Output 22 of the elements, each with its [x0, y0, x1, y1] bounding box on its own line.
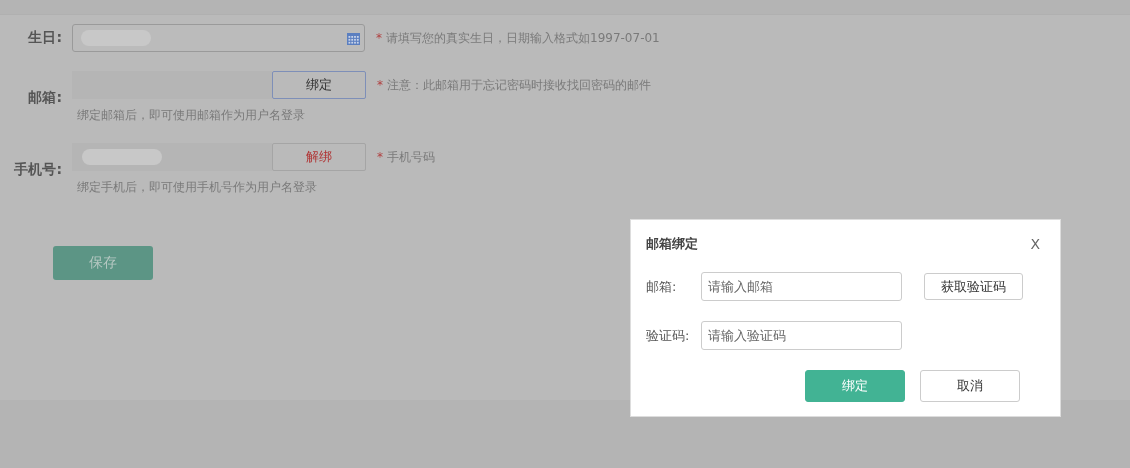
required-mark: * [377, 149, 383, 164]
note-text: 绑定手机后，即可使用手机号作为用户名登录 [76, 179, 318, 196]
hint-text: 手机号码 [387, 149, 435, 164]
bind-button[interactable]: 绑定 [272, 71, 366, 99]
cancel-button[interactable]: 取消 [920, 370, 1020, 402]
field-label: 验证码: [646, 326, 691, 345]
required-mark: * [377, 77, 383, 92]
calendar-icon[interactable] [347, 31, 360, 45]
field-label: 邮箱: [27, 88, 63, 107]
get-code-button[interactable]: 获取验证码 [924, 273, 1023, 300]
close-button[interactable]: X [1025, 236, 1045, 252]
input-field[interactable]: 请输入邮箱 [701, 272, 902, 301]
date-field[interactable] [72, 24, 365, 52]
dialog-title: 邮箱绑定 [646, 235, 698, 253]
required-mark: * [376, 30, 382, 45]
field-label: 手机号: [13, 160, 63, 179]
note-text: 绑定邮箱后，即可使用邮箱作为用户名登录 [76, 107, 306, 124]
input-field[interactable]: 请输入验证码 [701, 321, 902, 350]
unbind-button[interactable]: 解绑 [272, 143, 366, 171]
field-label: 生日: [27, 29, 63, 47]
field-label: 邮箱: [646, 277, 678, 296]
hint-text: 请填写您的真实生日，日期输入格式如1997-07-01 [386, 30, 660, 45]
